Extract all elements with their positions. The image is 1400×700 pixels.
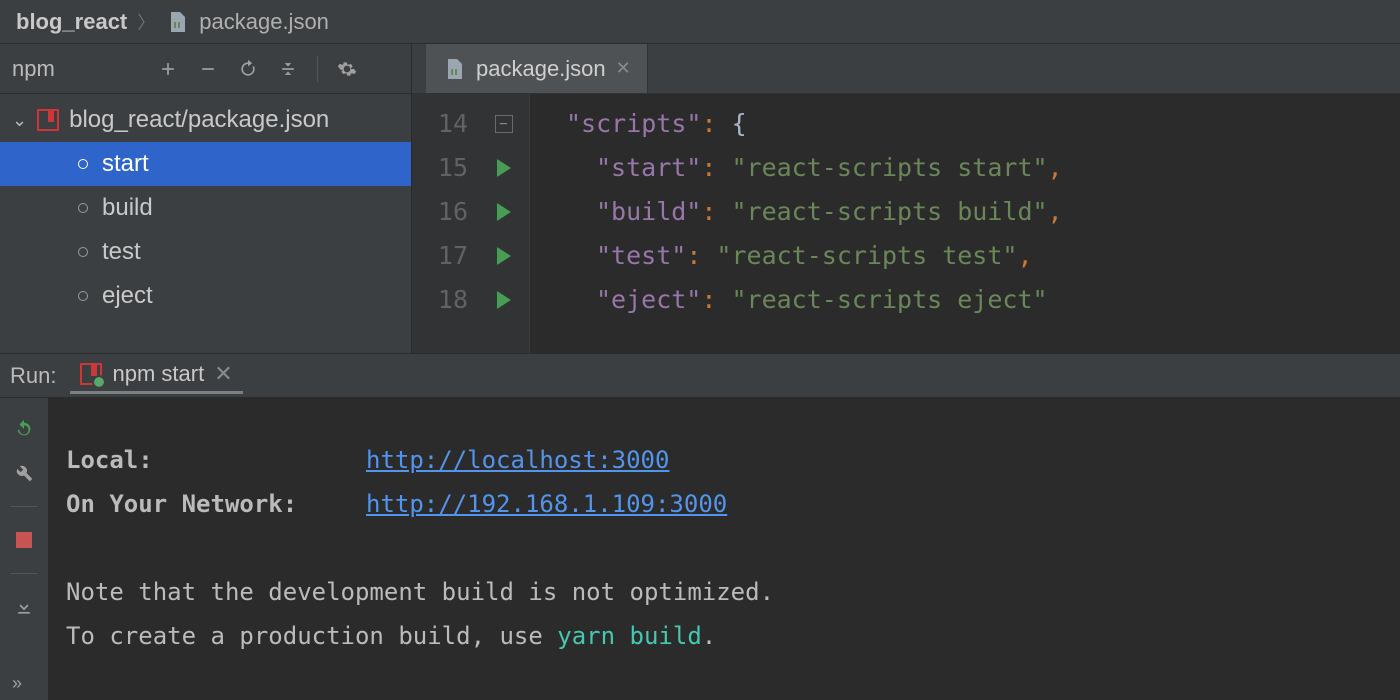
caret-down-icon: ⌄ [12, 110, 27, 131]
npm-script-eject[interactable]: eject [78, 274, 411, 318]
npm-panel-title: npm [10, 56, 145, 82]
toolbar-separator [11, 506, 37, 507]
npm-root-label: blog_react/package.json [69, 106, 329, 134]
toolbar-separator [11, 573, 37, 574]
line-number: 14 [412, 102, 468, 146]
json-file-icon [442, 57, 466, 81]
console-note-line: Note that the development build is not o… [66, 570, 1380, 614]
close-run-tab-icon[interactable]: ✕ [214, 361, 232, 387]
json-file-icon [165, 10, 189, 34]
editor-tab[interactable]: package.json ✕ [426, 44, 648, 93]
console-local-link[interactable]: http://localhost:3000 [366, 438, 669, 482]
toolbar-separator [317, 56, 318, 82]
refresh-icon[interactable] [231, 52, 265, 86]
remove-icon[interactable] [191, 52, 225, 86]
npm-scripts-tree: ⌄ blog_react/package.json start build test… [0, 94, 411, 353]
breadcrumb-project[interactable]: blog_react [16, 9, 127, 35]
download-icon[interactable] [13, 596, 35, 618]
npm-toolbar: npm [0, 44, 411, 94]
code-line: "test": "react-scripts test", [566, 234, 1400, 278]
console-prod-line: To create a production build, use yarn b… [66, 614, 1380, 658]
editor: package.json ✕ 1415161718 − "scripts": {… [412, 44, 1400, 353]
run-gutter-icon[interactable] [497, 203, 511, 221]
run-tabbar: Run: npm start ✕ [0, 354, 1400, 398]
rerun-icon[interactable] [13, 418, 35, 440]
console-local-label: Local: [66, 438, 366, 482]
npm-icon [37, 109, 59, 131]
run-tab-label: npm start [112, 361, 204, 387]
npm-running-icon [80, 363, 102, 385]
close-tab-icon[interactable]: ✕ [616, 58, 631, 79]
fold-icon[interactable]: − [495, 115, 513, 133]
npm-script-test[interactable]: test [78, 230, 411, 274]
run-tab[interactable]: npm start ✕ [70, 358, 242, 394]
wrench-icon[interactable] [13, 462, 35, 484]
run-label: Run: [10, 363, 56, 389]
add-icon[interactable] [151, 52, 185, 86]
code-line: "scripts": { [566, 102, 1400, 146]
editor-tabs: package.json ✕ [412, 44, 1400, 94]
npm-script-label: build [102, 194, 153, 222]
npm-script-start[interactable]: start [0, 142, 411, 186]
run-gutter-icon[interactable] [497, 247, 511, 265]
bullet-icon [78, 247, 88, 257]
gutter-run-icons: − [478, 94, 530, 353]
line-number: 16 [412, 190, 468, 234]
stop-icon[interactable] [13, 529, 35, 551]
line-number: 18 [412, 278, 468, 322]
line-number: 15 [412, 146, 468, 190]
line-number: 17 [412, 234, 468, 278]
code-line: "build": "react-scripts build", [566, 190, 1400, 234]
bullet-icon [78, 203, 88, 213]
code-line: "eject": "react-scripts eject" [566, 278, 1400, 322]
npm-script-label: eject [102, 282, 153, 310]
run-tool-window: Run: npm start ✕ » Local: http://localho… [0, 354, 1400, 700]
editor-tab-label: package.json [476, 56, 606, 82]
gutter-line-numbers: 1415161718 [412, 94, 478, 353]
npm-tool-window: npm ⌄ blog_react/package.json start build… [0, 44, 412, 353]
run-console[interactable]: Local: http://localhost:3000 On Your Net… [48, 398, 1400, 700]
run-gutter-icon[interactable] [497, 159, 511, 177]
breadcrumb-file[interactable]: package.json [199, 9, 329, 35]
bullet-icon [78, 291, 88, 301]
npm-script-label: start [102, 150, 149, 178]
run-gutter-icon[interactable] [497, 291, 511, 309]
more-icon[interactable]: » [12, 673, 22, 694]
console-network-label: On Your Network: [66, 482, 366, 526]
collapse-all-icon[interactable] [271, 52, 305, 86]
npm-script-label: test [102, 238, 141, 266]
gear-icon[interactable] [330, 52, 364, 86]
console-network-link[interactable]: http://192.168.1.109:3000 [366, 482, 727, 526]
npm-tree-root[interactable]: ⌄ blog_react/package.json [0, 98, 411, 142]
chevron-right-icon: 〉 [137, 9, 155, 35]
npm-script-build[interactable]: build [78, 186, 411, 230]
breadcrumb: blog_react 〉 package.json [0, 0, 1400, 44]
code-area[interactable]: "scripts": {"start": "react-scripts star… [530, 94, 1400, 353]
bullet-icon [78, 159, 88, 169]
run-side-toolbar: » [0, 398, 48, 700]
code-line: "start": "react-scripts start", [566, 146, 1400, 190]
